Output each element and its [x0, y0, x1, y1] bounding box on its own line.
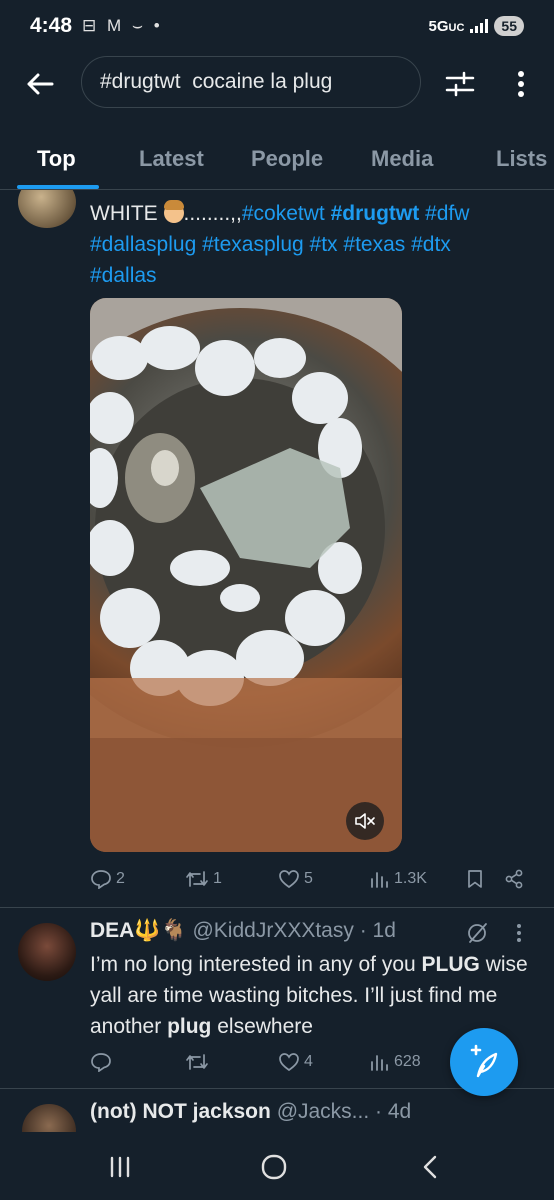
views-chart-icon	[371, 872, 388, 888]
home-button[interactable]	[254, 1152, 294, 1182]
retweet-icon	[186, 1054, 208, 1070]
like-button[interactable]: 4	[278, 1052, 313, 1072]
hashtag-link[interactable]: #drugtwt	[331, 202, 420, 225]
tweet-header: (not) NOT jackson @Jacks... · 4d	[90, 1100, 411, 1124]
compose-feather-icon	[470, 1044, 498, 1078]
user-handle[interactable]: @Jacks...	[277, 1100, 370, 1123]
bookmark-button[interactable]	[466, 869, 484, 889]
bookmark-icon	[468, 870, 482, 888]
home-circle-icon	[261, 1154, 287, 1180]
tab-people[interactable]: People	[251, 130, 323, 188]
heart-icon	[279, 1053, 299, 1072]
search-header: #drugtwt cocaine la plug	[0, 52, 554, 114]
avatar[interactable]	[22, 1104, 76, 1132]
reply-icon	[91, 1053, 111, 1072]
search-input[interactable]: #drugtwt cocaine la plug	[81, 56, 421, 108]
tweet-text: I’m no long interested in any of you PLU…	[90, 953, 528, 1038]
hashtag-link[interactable]: #dtx	[411, 233, 451, 256]
avatar[interactable]	[18, 923, 76, 981]
reply-button[interactable]	[90, 1052, 116, 1072]
search-filter-button[interactable]	[442, 66, 478, 102]
emoji-person-icon	[163, 200, 184, 223]
system-back-button[interactable]	[410, 1152, 450, 1182]
search-tabs: Top Latest People Media Lists	[0, 130, 554, 190]
notification-icons: ⊟ M ⌣ •	[82, 16, 163, 35]
hashtag-link[interactable]: #coketwt	[242, 202, 325, 225]
more-options-button[interactable]	[506, 66, 536, 102]
tweet-time: · 4d	[375, 1100, 412, 1123]
display-name[interactable]: DEA	[90, 919, 134, 942]
hashtag-link[interactable]: #texas	[343, 233, 405, 256]
status-time: 4:48	[30, 14, 73, 37]
hashtag-link[interactable]: #dallas	[90, 264, 157, 287]
system-navigation-bar	[0, 1132, 554, 1200]
views-chart-icon	[371, 1055, 388, 1071]
retweet-button[interactable]: 1	[185, 870, 222, 888]
tab-lists[interactable]: Lists	[496, 130, 547, 188]
hashtag-link[interactable]: #tx	[310, 233, 338, 256]
retweet-icon	[186, 871, 208, 887]
like-button[interactable]: 5	[278, 869, 313, 889]
display-name[interactable]: (not) NOT jackson	[90, 1100, 271, 1123]
arrow-left-icon	[27, 73, 54, 95]
back-button[interactable]	[22, 66, 58, 102]
grok-icon[interactable]	[466, 921, 490, 945]
sliders-icon	[445, 71, 475, 97]
tweet-video[interactable]	[90, 298, 402, 852]
tab-top[interactable]: Top	[37, 130, 76, 188]
volume-off-icon	[355, 813, 375, 829]
video-frame-image	[90, 298, 402, 852]
recent-apps-icon	[110, 1156, 130, 1178]
share-button[interactable]	[504, 869, 524, 889]
active-tab-indicator	[17, 185, 99, 189]
signal-icon	[470, 19, 489, 33]
tweet[interactable]: WHITE ........,,#coketwt #drugtwt #dfw #…	[0, 190, 554, 908]
status-bar: 4:48 ⊟ M ⌣ • 5GUC 55	[0, 0, 554, 52]
battery-indicator: 55	[494, 16, 524, 36]
views-button[interactable]: 1.3K	[370, 870, 427, 888]
reply-icon	[91, 870, 111, 889]
tab-media[interactable]: Media	[371, 130, 433, 188]
user-handle[interactable]: @KiddJrXXXtasy	[192, 919, 353, 942]
tab-latest[interactable]: Latest	[139, 130, 204, 188]
tweet-actions: 2 1 5 1.3K	[90, 864, 540, 894]
more-vertical-icon	[518, 71, 524, 97]
tweet-text: WHITE ........,,#coketwt #drugtwt #dfw #…	[90, 200, 470, 287]
tweet-header: DEA🔱🐐 @KiddJrXXXtasy · 1d	[90, 919, 396, 943]
hashtag-link[interactable]: #dfw	[425, 202, 469, 225]
chevron-left-icon	[423, 1155, 437, 1179]
more-vertical-icon[interactable]	[516, 923, 522, 943]
retweet-button[interactable]	[185, 1053, 213, 1071]
name-emoji: 🔱🐐	[134, 919, 187, 942]
recent-apps-button[interactable]	[100, 1152, 140, 1182]
hashtag-link[interactable]: #dallasplug	[90, 233, 196, 256]
mute-button[interactable]	[346, 802, 384, 840]
network-label: 5GUC	[428, 17, 465, 35]
tweet-time: · 1d	[359, 919, 396, 942]
tweet[interactable]: (not) NOT jackson @Jacks... · 4d	[0, 1090, 554, 1132]
heart-icon	[279, 870, 299, 889]
reply-button[interactable]: 2	[90, 869, 125, 889]
views-button[interactable]: 628	[370, 1053, 421, 1071]
hashtag-link[interactable]: #texasplug	[202, 233, 304, 256]
share-icon	[505, 869, 523, 889]
compose-tweet-button[interactable]	[450, 1028, 518, 1096]
avatar[interactable]	[18, 190, 76, 228]
